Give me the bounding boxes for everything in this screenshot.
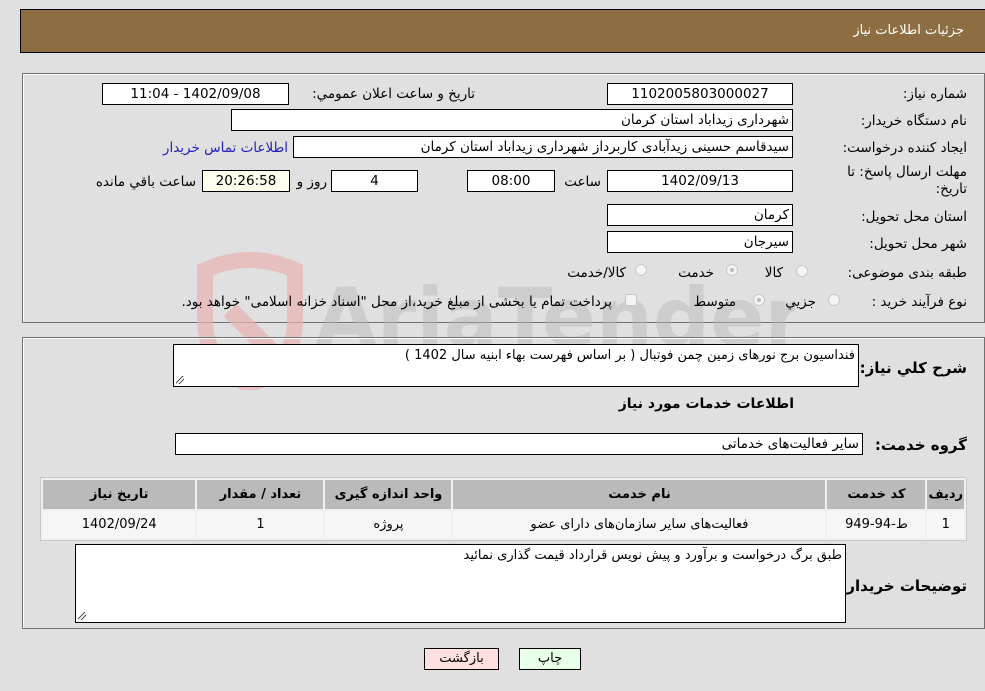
buyer-org-label: نام دستگاه خریدار: — [860, 113, 967, 129]
column-header-service-name: نام خدمت — [453, 480, 826, 509]
description-text: فنداسیون برج نورهای زمین چمن فوتبال ( بر… — [404, 348, 855, 363]
purchase-type-minor-radio[interactable] — [828, 294, 840, 306]
column-header-service-code: کد خدمت — [827, 480, 926, 509]
category-service-radio[interactable] — [726, 264, 738, 276]
purchase-type-label: نوع فرآیند خرید : — [871, 294, 967, 310]
deadline-time-label: ساعت — [564, 174, 601, 190]
purchase-type-minor-label: جزيي — [785, 294, 816, 310]
service-group-label: گروه خدمت: — [874, 436, 967, 454]
services-table: رديف کد خدمت نام خدمت واحد اندازه گیری ت… — [40, 477, 967, 541]
cell-service-code: ط-94-949 — [827, 511, 926, 538]
description-label: شرح كلي نياز: — [859, 359, 967, 377]
buyer-notes-textarea[interactable]: طبق برگ درخواست و برآورد و پیش نویس قرار… — [75, 544, 846, 623]
cell-unit: پروژه — [325, 511, 452, 538]
requester-label: ایجاد کننده درخواست: — [842, 140, 967, 156]
category-service-label: خدمت — [678, 265, 714, 281]
remaining-time-field: 20:26:58 — [202, 170, 290, 192]
description-textarea[interactable]: فنداسیون برج نورهای زمین چمن فوتبال ( بر… — [173, 344, 859, 387]
buyer-notes-text: طبق برگ درخواست و برآورد و پیش نویس قرار… — [463, 548, 842, 563]
resize-grip-icon[interactable] — [78, 612, 86, 620]
services-section-title: اطلاعات خدمات مورد نياز — [618, 396, 794, 412]
table-header-row: رديف کد خدمت نام خدمت واحد اندازه گیری ت… — [43, 480, 964, 509]
requester-field: سیدقاسم حسینی زیدآبادی کاربرداز شهرداری … — [293, 136, 793, 158]
need-number-field: 1102005803000027 — [607, 83, 793, 105]
page-title: جزئيات اطلاعات نياز — [853, 23, 964, 38]
announce-datetime-field: 1402/09/08 - 11:04 — [102, 83, 289, 105]
purchase-type-medium-radio[interactable] — [753, 294, 765, 306]
treasury-payment-checkbox[interactable] — [625, 294, 637, 306]
remaining-days-field: 4 — [331, 170, 418, 192]
column-header-unit: واحد اندازه گیری — [325, 480, 452, 509]
category-goods-service-radio[interactable] — [635, 264, 647, 276]
cell-quantity: 1 — [197, 511, 324, 538]
delivery-city-label: شهر محل تحویل: — [869, 236, 967, 252]
print-button[interactable]: چاپ — [519, 648, 581, 670]
category-goods-radio[interactable] — [796, 265, 808, 277]
page-header: جزئيات اطلاعات نياز — [20, 9, 985, 53]
category-goods-label: کالا — [764, 265, 783, 281]
buyer-contact-link[interactable]: اطلاعات تماس خریدار — [163, 140, 288, 156]
category-goods-service-label: کالا/خدمت — [567, 265, 626, 281]
column-header-row-number: رديف — [927, 480, 964, 509]
cell-service-name: فعالیت‌های سایر سازمان‌های دارای عضو — [453, 511, 826, 538]
delivery-province-field: کرمان — [607, 204, 793, 226]
resize-grip-icon[interactable] — [176, 376, 184, 384]
delivery-province-label: استان محل تحویل: — [861, 209, 967, 225]
service-group-field: سایر فعالیت‌های خدماتی — [175, 433, 863, 455]
buyer-org-field: شهرداری زیداباد استان کرمان — [231, 109, 793, 131]
column-header-need-date: تاریخ نیاز — [43, 480, 196, 509]
table-row: 1 ط-94-949 فعالیت‌های سایر سازمان‌های دا… — [43, 511, 964, 538]
deadline-date-field: 1402/09/13 — [607, 170, 793, 192]
cell-row-number: 1 — [927, 511, 964, 538]
cell-need-date: 1402/09/24 — [43, 511, 196, 538]
need-number-label: شماره نیاز: — [902, 86, 967, 102]
delivery-city-field: سیرجان — [607, 231, 793, 253]
remaining-time-label: ساعت باقي مانده — [95, 174, 196, 190]
back-button[interactable]: بازگشت — [424, 648, 499, 670]
column-header-quantity: تعداد / مقدار — [197, 480, 324, 509]
purchase-type-medium-label: متوسط — [693, 294, 736, 310]
category-label: طبقه بندی موضوعی: — [847, 265, 967, 281]
deadline-label: مهلت ارسال پاسخ: تا تاریخ: — [847, 164, 967, 197]
buyer-notes-label: توضیحات خریدار: — [840, 577, 967, 595]
announce-datetime-label: تاريخ و ساعت اعلان عمومي: — [312, 86, 475, 102]
deadline-time-field: 08:00 — [467, 170, 555, 192]
treasury-payment-label: پرداخت تمام یا بخشی از مبلغ خرید،از محل … — [181, 294, 612, 310]
days-label: روز و — [296, 174, 327, 190]
